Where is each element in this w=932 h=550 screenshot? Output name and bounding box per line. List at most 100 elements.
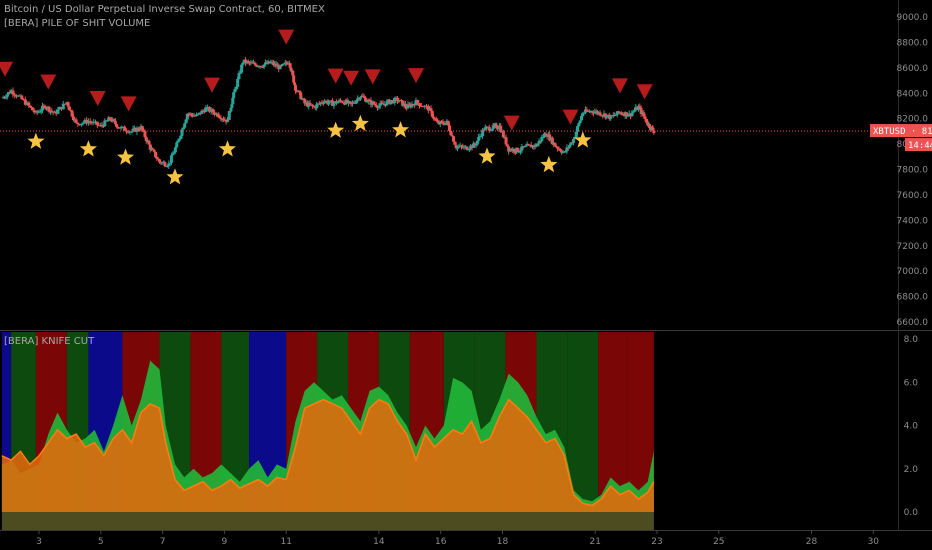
candle-419 (572, 138, 576, 143)
candle-368 (504, 137, 508, 145)
candle-116 (173, 147, 177, 153)
buy-star-marker-4 (218, 140, 236, 157)
zero-band (1, 512, 654, 530)
time-tick-label-9: 23 (651, 537, 662, 547)
candle-163 (236, 79, 240, 87)
candle-139 (204, 107, 208, 113)
price-tick-label-0: 9000.0 (897, 13, 929, 23)
time-tick-label-12: 30 (868, 537, 880, 547)
sell-triangle-marker-1 (40, 74, 57, 90)
sell-triangle-marker-0 (0, 61, 14, 77)
candle-79 (123, 126, 127, 131)
candle-383 (524, 145, 528, 147)
buy-star-marker-6 (351, 114, 369, 132)
candle-374 (512, 149, 516, 152)
price-tick-label-3: 8400.0 (897, 89, 929, 99)
candle-206 (291, 70, 295, 76)
price-tick-label-2: 8600.0 (897, 64, 929, 74)
candle-220 (308, 102, 312, 105)
knife-tick-label-1: 6.0 (904, 378, 919, 388)
time-tick-label-11: 28 (806, 537, 818, 547)
candle-36 (56, 109, 60, 114)
price-tick-label-8: 7400.0 (897, 216, 929, 226)
knife-tick-label-2: 4.0 (904, 422, 919, 432)
time-tick-label-1: 5 (98, 537, 104, 547)
price-tick-label-11: 6800.0 (897, 293, 929, 303)
sell-triangle-marker-3 (120, 96, 137, 112)
sell-triangle-marker-7 (343, 70, 360, 86)
candle-42 (66, 102, 70, 107)
knife-tick-label-0: 8.0 (904, 335, 919, 345)
candle-366 (501, 131, 505, 138)
lower-indicator-label: [BERA] KNIFE CUT (4, 336, 95, 347)
candle-49 (76, 122, 80, 125)
buy-star-marker-5 (327, 121, 345, 138)
candle-207 (292, 75, 296, 83)
sell-triangle-marker-5 (278, 29, 295, 45)
buy-star-marker-2 (117, 148, 135, 165)
candle-48 (74, 119, 78, 123)
price-tick-label-1: 8800.0 (897, 38, 929, 48)
price-tick-label-12: 6600.0 (897, 318, 929, 328)
buy-star-marker-8 (478, 147, 496, 164)
candle-8 (13, 94, 17, 96)
candle-12 (20, 95, 24, 100)
candle-157 (229, 107, 233, 112)
sell-triangle-marker-8 (364, 69, 381, 85)
candle-473 (643, 116, 647, 119)
time-tick-label-8: 21 (589, 537, 600, 547)
price-tick-label-6: 7800.0 (897, 166, 929, 176)
time-tick-label-6: 16 (435, 537, 447, 547)
candle-121 (180, 129, 184, 136)
candle-160 (232, 92, 236, 99)
time-tick-label-10: 25 (713, 537, 724, 547)
indicator-label: [BERA] PILE OF SHIT VOLUME (4, 18, 151, 29)
chart-title: Bitcoin / US Dollar Perpetual Inverse Sw… (4, 4, 325, 15)
sell-triangle-marker-10 (503, 115, 520, 131)
countdown-text: 14:44 (908, 141, 932, 151)
candle-52 (81, 122, 85, 124)
sell-triangle-marker-6 (327, 68, 344, 84)
candle-16 (27, 102, 31, 106)
price-tag-text: XBTUSD · 8102.5 (873, 127, 932, 137)
candle-17 (29, 105, 33, 108)
candle-7 (11, 90, 15, 95)
price-tick-label-7: 7600.0 (897, 191, 929, 201)
candle-302 (418, 103, 422, 106)
time-tick-label-5: 14 (373, 537, 385, 547)
buy-star-marker-3 (166, 168, 184, 185)
candle-369 (505, 144, 509, 147)
price-tick-label-10: 7000.0 (897, 267, 929, 277)
time-tick-label-2: 7 (160, 537, 166, 547)
price-tick-label-9: 7200.0 (897, 242, 929, 252)
sell-triangle-marker-11 (562, 109, 579, 125)
knife-tick-label-4: 0.0 (904, 508, 919, 518)
candle-113 (169, 155, 173, 163)
candle-117 (175, 142, 179, 148)
candle-143 (211, 109, 215, 113)
candle-56 (88, 121, 92, 123)
buy-star-marker-7 (392, 121, 410, 138)
time-tick-label-7: 18 (497, 537, 509, 547)
candle-51 (79, 123, 83, 126)
buy-star-marker-0 (27, 132, 45, 149)
buy-star-marker-1 (79, 140, 97, 157)
price-tick-label-4: 8200.0 (897, 115, 929, 125)
price-chart[interactable]: 9000.08800.08600.08400.08200.08000.07800… (0, 0, 932, 550)
candle-18 (30, 107, 34, 111)
sell-triangle-marker-9 (407, 68, 424, 84)
candle-43 (67, 106, 71, 111)
candle-123 (183, 123, 187, 128)
candle-100 (152, 150, 156, 152)
sell-triangle-marker-2 (89, 91, 106, 107)
sell-triangle-marker-13 (636, 84, 653, 100)
sell-triangle-marker-4 (204, 77, 221, 93)
candle-67 (105, 120, 109, 122)
time-tick-label-3: 9 (222, 537, 228, 547)
buy-star-marker-9 (540, 155, 558, 173)
candle-301 (416, 100, 420, 104)
knife-tick-label-3: 2.0 (904, 465, 919, 475)
candle-60 (95, 121, 99, 126)
sell-triangle-marker-12 (611, 78, 628, 94)
time-tick-label-0: 3 (36, 537, 42, 547)
